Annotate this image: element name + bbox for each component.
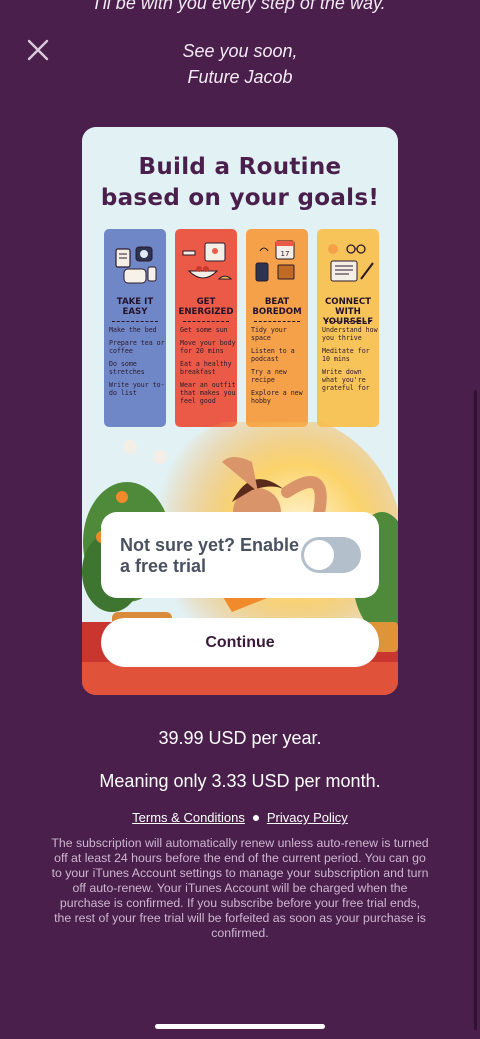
list-item: Meditate for 10 mins	[322, 347, 370, 363]
card-title: Build a Routine based on your goals!	[82, 152, 398, 214]
card-title-line2: based on your goals!	[100, 185, 380, 211]
list-item: Move your body for 20 mins	[180, 339, 236, 355]
routine-columns: TAKE IT EASY Make the bed Prepare tea or…	[104, 229, 379, 427]
morning-items-icon	[115, 246, 157, 284]
privacy-link[interactable]: Privacy Policy	[267, 810, 348, 825]
list-item: Listen to a podcast	[251, 347, 295, 363]
column-heading: CONNECT WITH YOURSELF	[322, 297, 374, 327]
separator-dot	[252, 815, 259, 822]
column-divider	[254, 321, 300, 322]
routine-illustration-card: Build a Routine based on your goals! TAK…	[82, 127, 398, 695]
subscription-legal-text: The subscription will automatically rene…	[51, 836, 429, 940]
column-items: Get some sun Move your body for 20 mins …	[180, 326, 236, 410]
list-item: Make the bed	[109, 326, 157, 334]
toggle-knob	[304, 540, 334, 570]
free-trial-card: Not sure yet? Enable a free trial	[101, 512, 379, 598]
svg-text:17: 17	[281, 250, 290, 258]
list-item: Wear an outfit that makes you feel good	[180, 381, 236, 405]
routine-column-beat-boredom: 17 BEAT BOREDOM Tidy your space Listen t…	[246, 229, 308, 427]
list-item: Try a new recipe	[251, 368, 287, 384]
list-item: Prepare tea or coffee	[109, 339, 165, 355]
column-items: Understand how you thrive Meditate for 1…	[322, 326, 378, 397]
journal-items-icon	[328, 244, 374, 282]
hobby-items-icon: 17	[255, 240, 295, 282]
column-divider	[183, 321, 229, 322]
column-divider	[112, 321, 158, 322]
list-item: Do some stretches	[109, 360, 145, 376]
column-heading: GET ENERGIZED	[178, 297, 234, 317]
legal-links: Terms & Conditions Privacy Policy	[0, 810, 480, 825]
free-trial-toggle[interactable]	[301, 537, 361, 573]
column-heading: BEAT BOREDOM	[252, 297, 302, 317]
column-items: Make the bed Prepare tea or coffee Do so…	[109, 326, 165, 402]
home-indicator[interactable]	[155, 1024, 325, 1029]
routine-column-connect: CONNECT WITH YOURSELF Understand how you…	[317, 229, 379, 427]
energy-items-icon	[182, 242, 233, 280]
column-divider	[325, 321, 371, 322]
list-item: Get some sun	[180, 326, 228, 334]
free-trial-label: Not sure yet? Enable a free trial	[120, 535, 300, 576]
routine-column-take-it-easy: TAKE IT EASY Make the bed Prepare tea or…	[104, 229, 166, 427]
list-item: Write your to-do list	[109, 381, 165, 397]
yearly-price: 39.99 USD per year.	[158, 728, 322, 748]
list-item: Explore a new hobby	[251, 389, 303, 405]
scrollbar[interactable]	[474, 390, 477, 1030]
column-heading: TAKE IT EASY	[116, 297, 154, 317]
terms-link[interactable]: Terms & Conditions	[132, 810, 245, 825]
column-items: Tidy your space Listen to a podcast Try …	[251, 326, 307, 410]
list-item: Tidy your space	[251, 326, 287, 342]
routine-column-get-energized: GET ENERGIZED Get some sun Move your bod…	[175, 229, 237, 427]
list-item: Eat a healthy breakfast	[180, 360, 232, 376]
list-item: Understand how you thrive	[322, 326, 378, 342]
list-item: Write down what you're grateful for	[322, 368, 370, 392]
signoff-greeting: See you soon,	[182, 41, 298, 61]
card-title-line1: Build a Routine	[138, 154, 342, 180]
continue-button[interactable]: Continue	[101, 618, 379, 667]
signoff-name: Future Jacob	[187, 67, 293, 87]
monthly-price: Meaning only 3.33 USD per month.	[99, 771, 381, 791]
intro-line: I'll be with you every step of the way.	[94, 0, 386, 13]
